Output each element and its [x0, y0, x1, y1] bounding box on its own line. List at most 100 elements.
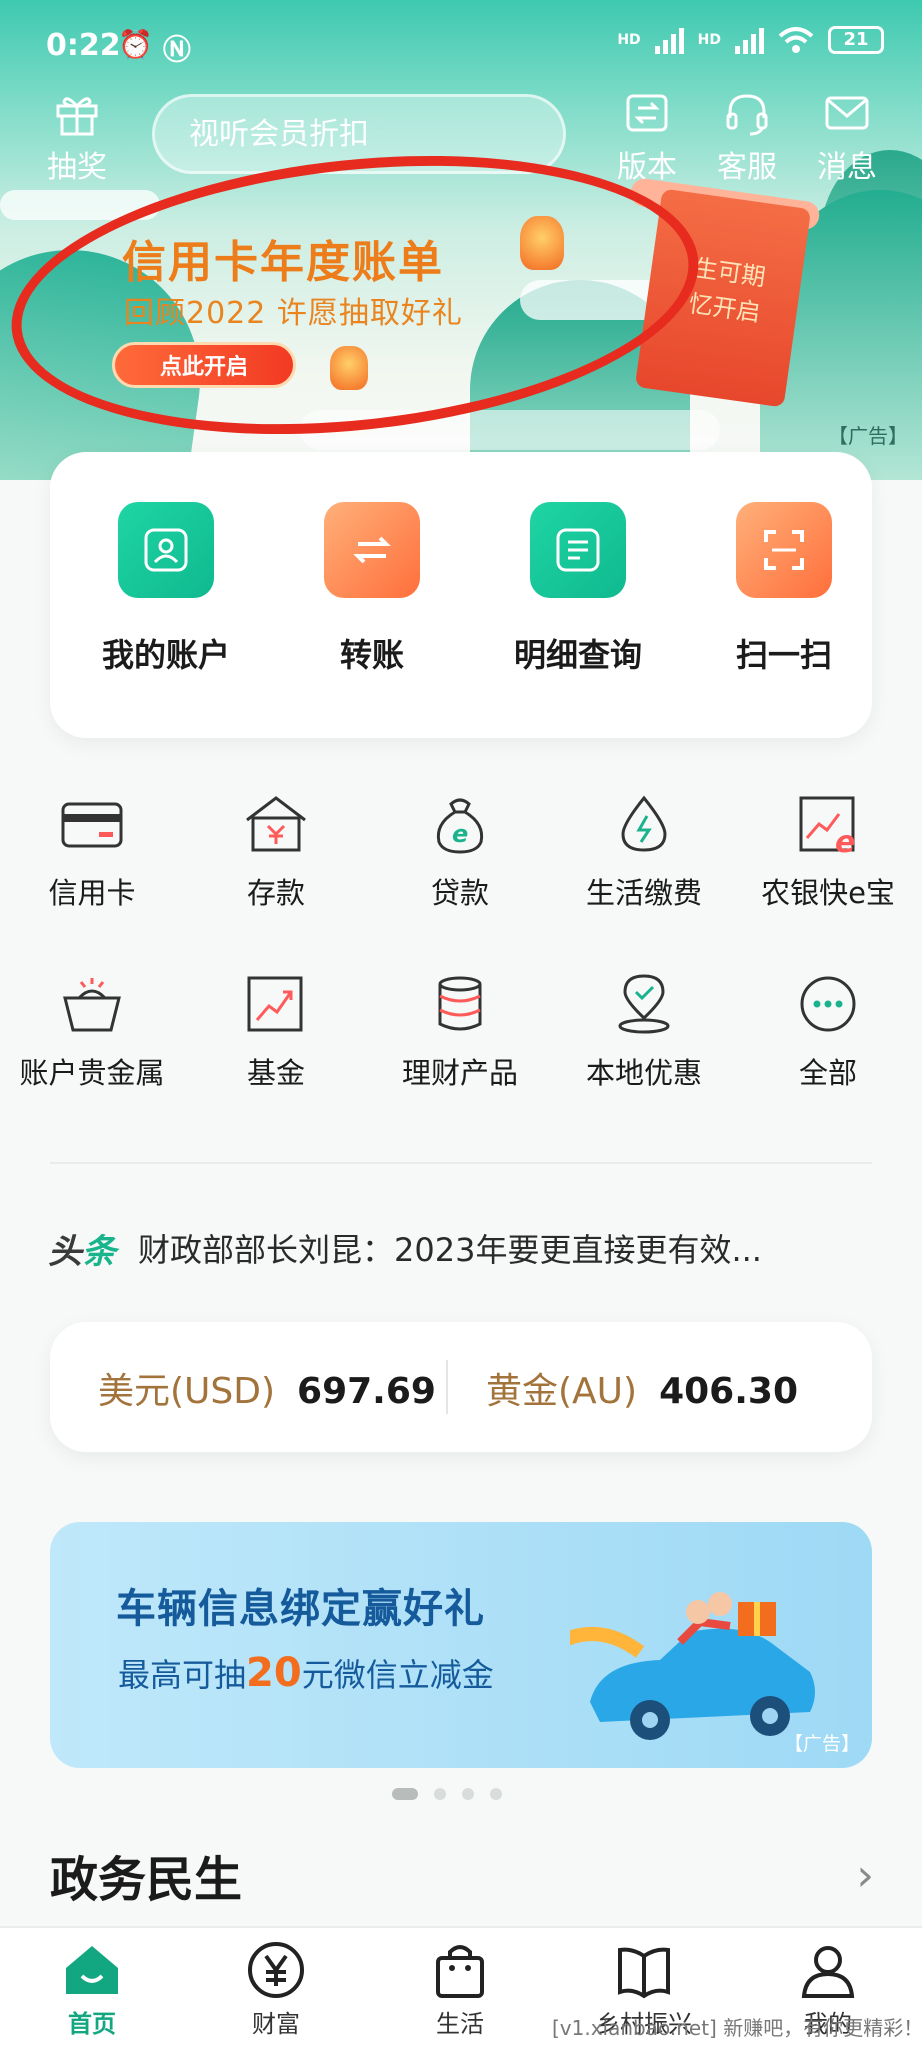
- headline-tag: 头条: [48, 1224, 116, 1273]
- battery-indicator: 21: [828, 26, 884, 54]
- signal-icon: [654, 26, 684, 54]
- version-button[interactable]: 版本: [612, 92, 682, 186]
- hd-label: HD: [697, 32, 721, 48]
- loan-label: 贷款: [430, 876, 489, 910]
- fund-button[interactable]: 基金: [186, 974, 366, 1092]
- search-input[interactable]: [175, 109, 562, 159]
- exchange-rates-card[interactable]: 美元(USD) 697.69 黄金(AU) 406.30: [50, 1322, 872, 1452]
- all-services-label: 全部: [798, 1056, 857, 1090]
- home-icon: [66, 1946, 118, 1994]
- signal-icon: [735, 26, 764, 54]
- transfer-label: 转账: [339, 636, 404, 674]
- my-account-label: 我的账户: [101, 636, 230, 674]
- deposit-button[interactable]: 存款: [186, 794, 366, 912]
- usd-value: 697.69: [297, 1371, 436, 1412]
- headline-tag-b: 条: [82, 1231, 116, 1272]
- credit-card-label: 信用卡: [48, 876, 136, 910]
- chevron-right-icon[interactable]: ›: [856, 1850, 874, 1901]
- status-bar: 0:22 ⏰ Ⓝ HD HD 21: [0, 22, 922, 72]
- yuan-icon: [248, 1942, 304, 1998]
- my-account-button[interactable]: 我的账户: [76, 502, 256, 676]
- transfer-button[interactable]: 转账: [282, 502, 462, 676]
- precious-metal-label: 账户贵金属: [19, 1056, 165, 1090]
- more-icon: [800, 976, 856, 1032]
- promo-title: 车辆信息绑定赢好礼: [116, 1586, 485, 1632]
- deposit-label: 存款: [246, 876, 305, 910]
- all-services-button[interactable]: 全部: [738, 974, 918, 1092]
- bill-pay-icon: [621, 795, 667, 852]
- statement-query-label: 明细查询: [513, 636, 642, 674]
- mail-icon: [825, 96, 869, 130]
- gold-value: 406.30: [659, 1371, 798, 1412]
- carousel-indicator: [392, 1788, 502, 1800]
- svg-text:e: e: [835, 825, 855, 854]
- promo-subtitle: 最高可抽20元微信立减金: [118, 1650, 494, 1696]
- promo-sub-prefix: 最高可抽: [118, 1656, 247, 1694]
- message-label: 消息: [817, 150, 877, 185]
- precious-metal-icon: [63, 978, 121, 1032]
- tab-home-label: 首页: [68, 2010, 116, 2038]
- status-time: 0:22: [46, 28, 121, 63]
- coins-icon: [438, 976, 482, 1031]
- fund-e-label: 农银快e宝: [761, 876, 895, 910]
- section-divider: [50, 1162, 872, 1164]
- bag-icon: [436, 1945, 484, 1998]
- list-icon: [556, 528, 600, 572]
- credit-card-icon: [61, 802, 123, 848]
- promo-ad-tag: 【广告】: [783, 1733, 860, 1755]
- alarm-icon: ⏰: [118, 28, 153, 61]
- loan-icon: e: [436, 798, 484, 854]
- gift-icon: [56, 97, 98, 136]
- fund-e-icon: e: [799, 796, 855, 854]
- carousel-dot-active: [392, 1788, 418, 1800]
- user-icon: [144, 528, 188, 572]
- tab-home[interactable]: 首页: [22, 1940, 162, 2039]
- fund-e-button[interactable]: e 农银快e宝: [738, 794, 918, 912]
- wealth-products-button[interactable]: 理财产品: [370, 974, 550, 1092]
- deposit-icon: [246, 796, 306, 852]
- gold-rate: 黄金(AU) 406.30: [486, 1362, 798, 1414]
- tab-wealth[interactable]: 财富: [206, 1940, 346, 2039]
- wifi-icon: [778, 27, 814, 53]
- watermark-text: [v1.xianbao.net] 新赚吧，有你更精彩！: [552, 2016, 922, 2040]
- location-icon: [618, 974, 670, 1034]
- nfc-icon: Ⓝ: [162, 33, 191, 66]
- headset-icon: [726, 94, 768, 136]
- transfer-icon: [353, 536, 391, 564]
- bill-pay-button[interactable]: 生活缴费: [554, 794, 734, 912]
- carousel-dot: [490, 1788, 502, 1800]
- headline-news[interactable]: 头条 财政部部长刘昆：2023年要更直接更有效...: [48, 1218, 878, 1278]
- profile-icon: [801, 1946, 855, 1998]
- usd-label: 美元(USD): [98, 1371, 276, 1412]
- local-offers-button[interactable]: 本地优惠: [554, 974, 734, 1092]
- credit-card-button[interactable]: 信用卡: [2, 794, 182, 912]
- book-icon: [618, 1947, 670, 1999]
- precious-metal-button[interactable]: 账户贵金属: [2, 974, 182, 1092]
- lottery-label: 抽奖: [47, 150, 107, 185]
- message-button[interactable]: 消息: [812, 92, 882, 186]
- wealth-products-label: 理财产品: [401, 1056, 518, 1090]
- local-offers-label: 本地优惠: [585, 1056, 702, 1090]
- service-label: 客服: [717, 150, 777, 185]
- tab-wealth-label: 财富: [252, 2010, 300, 2038]
- tab-life[interactable]: 生活: [390, 1940, 530, 2039]
- carousel-dot: [434, 1788, 446, 1800]
- lottery-button[interactable]: 抽奖: [38, 92, 116, 186]
- gold-label: 黄金(AU): [486, 1371, 638, 1412]
- usd-rate: 美元(USD) 697.69: [98, 1362, 436, 1414]
- svg-text:e: e: [452, 820, 468, 848]
- scan-button[interactable]: 扫一扫: [694, 502, 874, 676]
- headline-text: 财政部部长刘昆：2023年要更直接更有效...: [138, 1231, 762, 1269]
- scan-label: 扫一扫: [735, 636, 832, 674]
- loan-button[interactable]: e 贷款: [370, 794, 550, 912]
- statement-query-button[interactable]: 明细查询: [488, 502, 668, 676]
- tab-life-label: 生活: [436, 2010, 484, 2038]
- version-icon: [626, 94, 668, 132]
- vehicle-promo-banner[interactable]: 车辆信息绑定赢好礼 最高可抽20元微信立减金 【广告】: [50, 1522, 872, 1768]
- main-actions-card: 我的账户 转账 明细查询 扫一扫: [50, 452, 872, 738]
- service-button[interactable]: 客服: [712, 92, 782, 186]
- hero-header: 0:22 ⏰ Ⓝ HD HD 21 抽奖 版本 客服 消息: [0, 0, 922, 480]
- promo-sub-suffix: 元微信立减金: [301, 1656, 494, 1694]
- scan-icon: [764, 530, 804, 570]
- headline-tag-a: 头: [48, 1231, 82, 1272]
